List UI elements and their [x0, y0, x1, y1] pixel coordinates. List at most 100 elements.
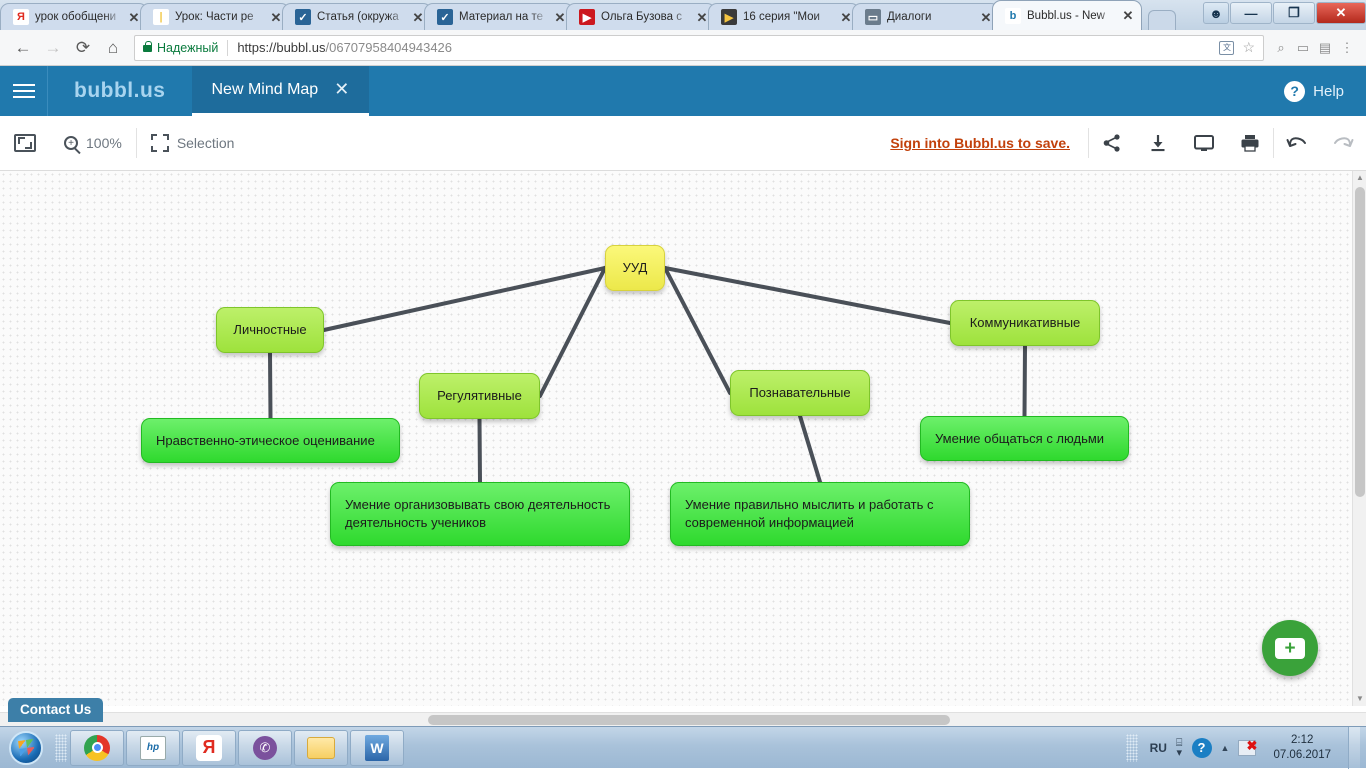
toolbar-right-group: Sign into Bubbl.us to save.	[872, 116, 1366, 170]
close-icon[interactable]: ✕	[334, 79, 349, 100]
mind-map-tab[interactable]: New Mind Map ✕	[192, 66, 370, 116]
help-button[interactable]: ? Help	[1284, 66, 1366, 116]
horizontal-scroll-thumb[interactable]	[428, 715, 950, 725]
vertical-scroll-thumb[interactable]	[1355, 187, 1365, 497]
horizontal-scrollbar[interactable]	[0, 712, 1366, 726]
browser-toolbar: ← → ⟳ ⌂ Надежный https://bubbl.us/067079…	[0, 30, 1366, 66]
search-icon[interactable]: ⌕	[1270, 37, 1292, 59]
user-profile-button[interactable]: ☻	[1203, 2, 1229, 24]
browser-tab[interactable]: ▶Ольга Бузова с✕	[566, 3, 716, 30]
forward-button[interactable]: →	[38, 33, 68, 63]
close-window-button[interactable]: ✕	[1316, 2, 1366, 24]
scroll-up-arrow-icon[interactable]: ▲	[1353, 171, 1366, 185]
mindmap-node-label: Познавательные	[749, 384, 850, 402]
close-icon[interactable]: ✕	[695, 10, 709, 24]
mindmap-node-umenie-obshatsya[interactable]: Умение общаться с людьми	[920, 416, 1129, 461]
zoom-control[interactable]: + 100%	[50, 135, 136, 151]
minimize-button[interactable]: —	[1230, 2, 1272, 24]
taskbar-buttons: hp Я ✆ W	[70, 730, 404, 766]
show-desktop-button[interactable]	[1348, 727, 1360, 769]
chrome-taskbar-icon[interactable]	[70, 730, 124, 766]
maximize-button[interactable]: ❐	[1273, 2, 1315, 24]
browser-tab-title: Bubbl.us - New	[1027, 10, 1116, 22]
system-tray: RU ⌸▾ ? ▲ ✖ 2:12 07.06.2017	[1123, 727, 1366, 768]
fit-to-screen-button[interactable]	[0, 134, 50, 152]
yandex-icon: Я	[13, 9, 29, 25]
maximize-icon: ❐	[1288, 5, 1300, 21]
close-icon[interactable]: ✕	[411, 10, 425, 24]
explorer-taskbar-icon[interactable]	[294, 730, 348, 766]
show-hidden-icons-icon[interactable]: ▲	[1221, 743, 1230, 753]
hp-taskbar-icon[interactable]: hp	[126, 730, 180, 766]
zoom-in-icon: +	[64, 136, 78, 150]
close-icon[interactable]: ✕	[269, 10, 283, 24]
browser-tab-title: Материал на те	[459, 11, 548, 23]
network-icon[interactable]: ✖	[1238, 740, 1256, 756]
language-indicator[interactable]: RU	[1150, 741, 1167, 755]
home-button[interactable]: ⌂	[98, 33, 128, 63]
share-button[interactable]	[1089, 116, 1135, 170]
back-arrow-icon: ←	[15, 38, 32, 58]
bubblus-logo: bubbl.us	[48, 66, 192, 116]
mindmap-edge	[540, 268, 605, 396]
close-icon[interactable]: ✕	[1121, 9, 1135, 23]
browser-tab[interactable]: ✓Материал на те✕	[424, 3, 574, 30]
browser-tab[interactable]: bBubbl.us - New✕	[992, 0, 1142, 30]
selection-tool[interactable]: Selection	[137, 134, 249, 152]
mindmap-node-regulyativnye[interactable]: Регулятивные	[419, 373, 540, 419]
mindmap-node-nravstvenno[interactable]: Нравственно-этическое оценивание	[141, 418, 400, 463]
close-icon[interactable]: ✕	[127, 10, 141, 24]
mindmap-node-umenie-organiz[interactable]: Умение организовывать свою деятельность …	[330, 482, 630, 546]
clock[interactable]: 2:12 07.06.2017	[1265, 733, 1339, 763]
mindmap-node-center[interactable]: УУД	[605, 245, 665, 291]
mindmap-node-lichnostnye[interactable]: Личностные	[216, 307, 324, 353]
reload-button[interactable]: ⟳	[68, 33, 98, 63]
download-button[interactable]	[1135, 116, 1181, 170]
cast-icon[interactable]: ▭	[1292, 37, 1314, 59]
help-icon: ?	[1284, 81, 1305, 102]
zoom-level-label: 100%	[86, 135, 122, 151]
mindmap-canvas[interactable]: УУД Личностные Регулятивные Познавательные К…	[0, 171, 1366, 706]
back-button[interactable]: ←	[8, 33, 38, 63]
undo-button[interactable]	[1274, 116, 1320, 170]
print-button[interactable]	[1227, 116, 1273, 170]
address-bar[interactable]: Надежный https://bubbl.us/06707958404943…	[134, 35, 1264, 61]
mindmap-node-umenie-myslit[interactable]: Умение правильно мыслить и работать с со…	[670, 482, 970, 546]
contact-us-button[interactable]: Contact Us	[8, 698, 103, 722]
sign-in-link[interactable]: Sign into Bubbl.us to save.	[872, 135, 1088, 151]
close-icon[interactable]: ✕	[979, 10, 993, 24]
mindmap-node-poznavatelnye[interactable]: Познавательные	[730, 370, 870, 416]
browser-tab[interactable]: ✓Статья (окружа✕	[282, 3, 432, 30]
action-center-icon[interactable]: ?	[1192, 738, 1212, 758]
browser-tab[interactable]: ▶16 серия "Мои✕	[708, 3, 860, 30]
browser-tab[interactable]: ▭Диалоги✕	[852, 3, 1000, 30]
extension-icon[interactable]: ▤	[1314, 37, 1336, 59]
help-label: Help	[1313, 83, 1344, 100]
translate-icon[interactable]: 文	[1219, 41, 1234, 55]
browser-tab[interactable]: |Урок: Части ре✕	[140, 3, 290, 30]
mindmap-node-label: Коммуникативные	[970, 314, 1081, 332]
mindmap-edge	[480, 419, 481, 482]
yandex-taskbar-icon[interactable]: Я	[182, 730, 236, 766]
menu-hamburger-icon[interactable]	[0, 66, 48, 116]
start-button[interactable]	[0, 728, 52, 768]
input-method-icon[interactable]: ⌸▾	[1176, 738, 1183, 758]
close-icon[interactable]: ✕	[553, 10, 567, 24]
word-taskbar-icon[interactable]: W	[350, 730, 404, 766]
vertical-scrollbar[interactable]: ▲ ▼	[1352, 171, 1366, 706]
present-icon	[1193, 133, 1215, 153]
redo-button[interactable]	[1320, 116, 1366, 170]
close-icon[interactable]: ✕	[839, 10, 853, 24]
bookmark-star-icon[interactable]: ☆	[1242, 39, 1255, 56]
menu-icon[interactable]: ⋮	[1336, 37, 1358, 59]
mindmap-node-kommunikativnye[interactable]: Коммуникативные	[950, 300, 1100, 346]
add-node-button[interactable]: +	[1262, 620, 1318, 676]
new-tab-button[interactable]	[1148, 10, 1176, 30]
download-icon	[1148, 133, 1168, 153]
browser-tab[interactable]: Яурок обобщени✕	[0, 3, 148, 30]
lock-icon	[143, 45, 152, 52]
minimize-icon: —	[1245, 6, 1258, 21]
present-button[interactable]	[1181, 116, 1227, 170]
viber-taskbar-icon[interactable]: ✆	[238, 730, 292, 766]
scroll-down-arrow-icon[interactable]: ▼	[1353, 692, 1366, 706]
